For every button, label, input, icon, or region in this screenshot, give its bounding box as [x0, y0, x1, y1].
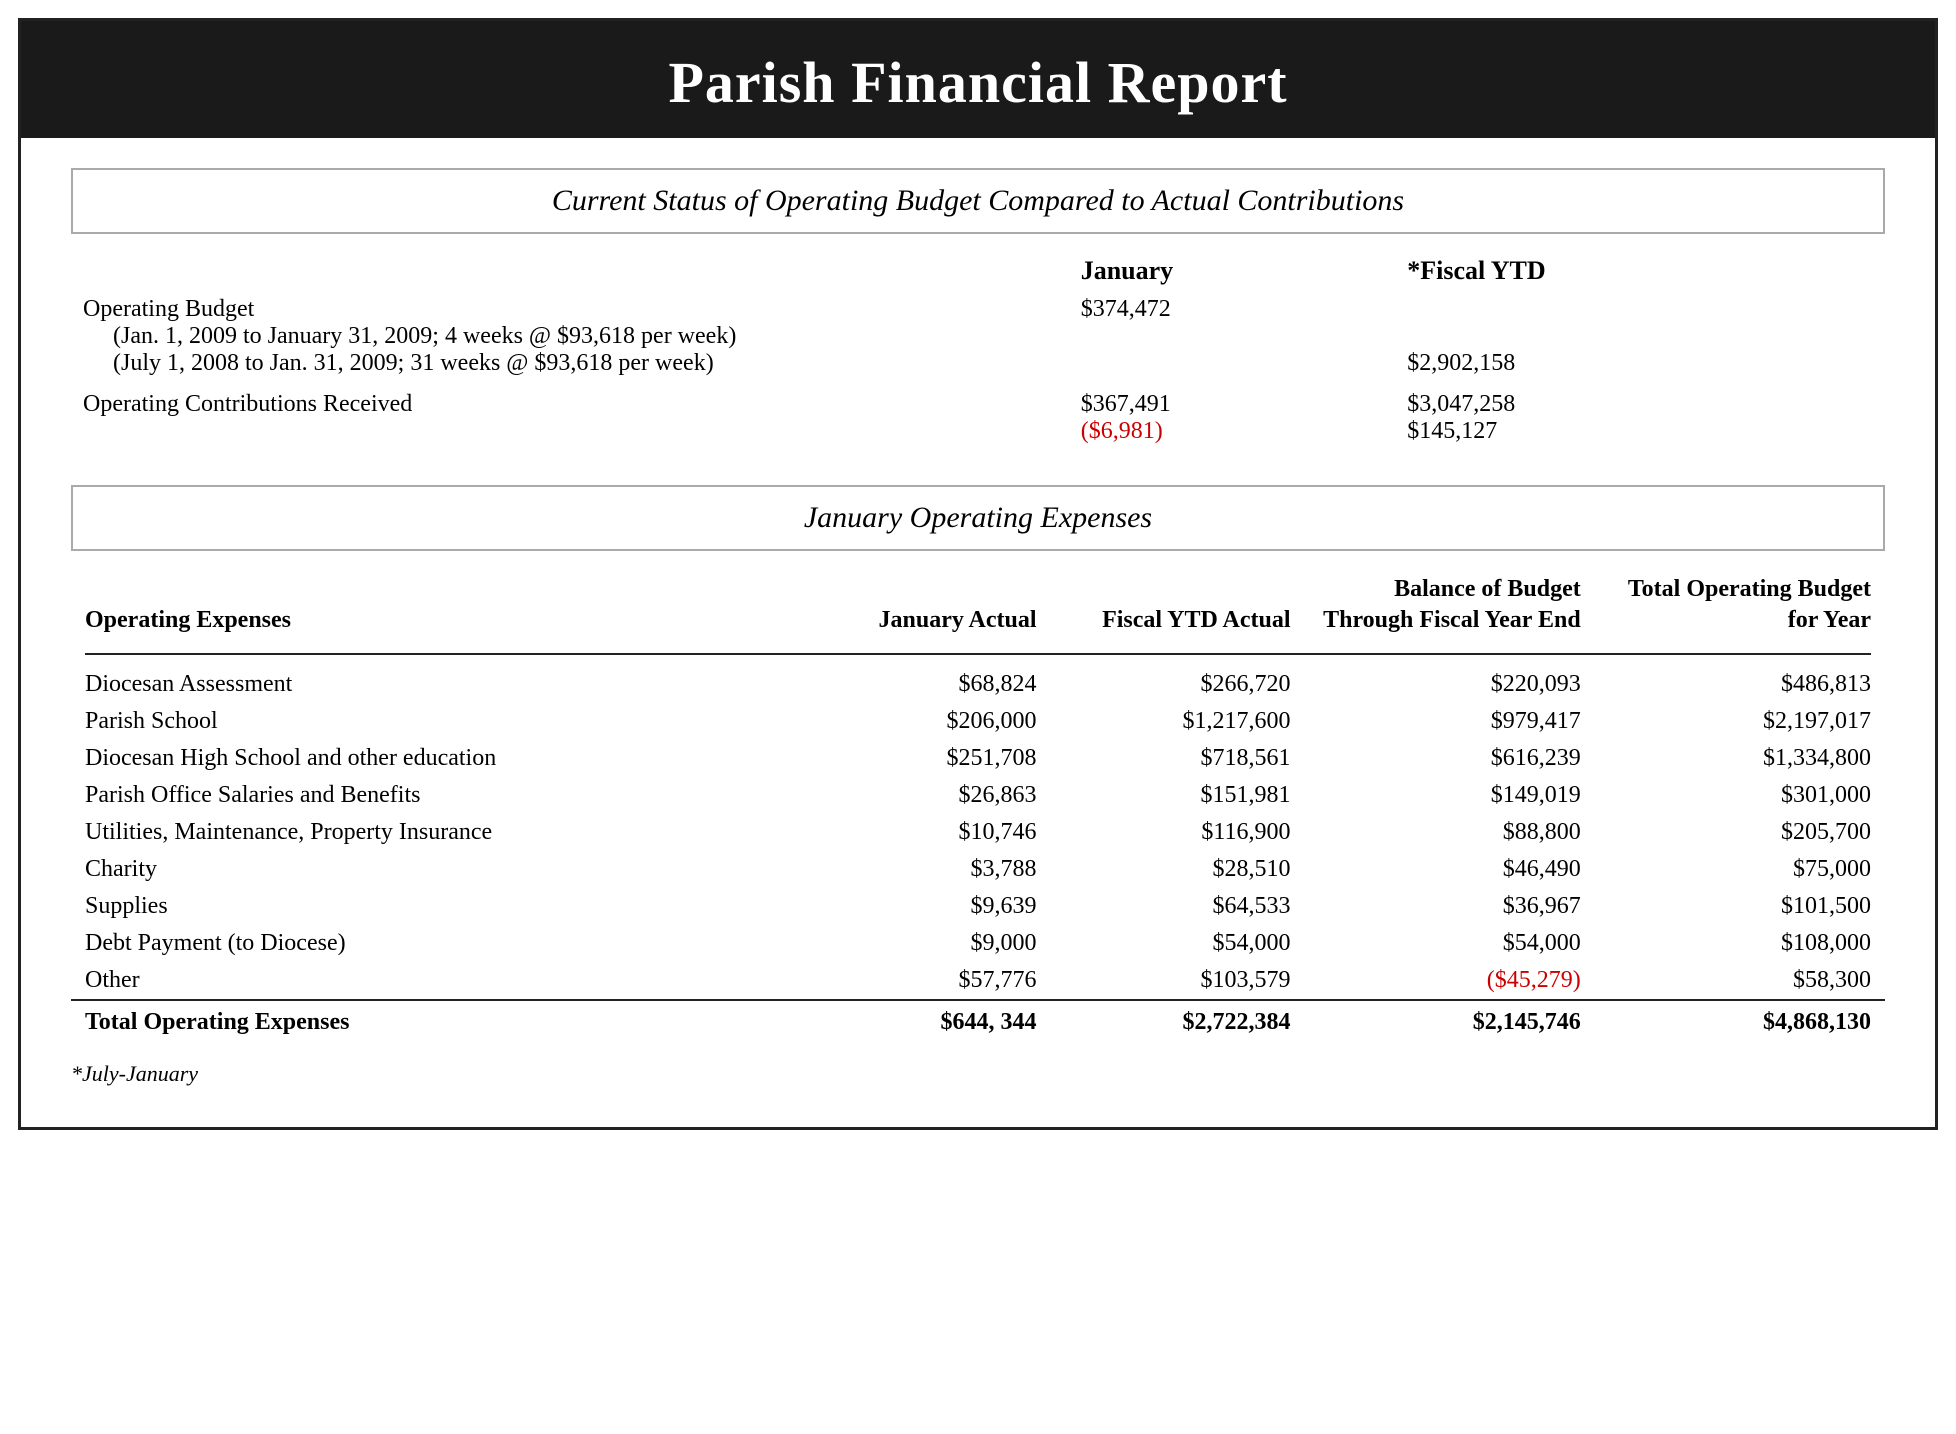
budget-column-headers: January *Fiscal YTD [71, 252, 1885, 292]
operating-budget-ytd: $2,902,158 [1395, 292, 1722, 381]
operating-budget-jan: $374,472 [1069, 292, 1396, 381]
budget-row-contributions: Operating Contributions Received $367,49… [71, 381, 1885, 449]
budget-row-operating: Operating Budget (Jan. 1, 2009 to Januar… [71, 292, 1885, 381]
expense-row-parish-school: Parish School $206,000 $1,217,600 $979,4… [71, 703, 1885, 740]
expenses-box: January Operating Expenses [71, 485, 1885, 551]
contributions-ytd-diff: $145,127 [1407, 418, 1710, 445]
expense-row-diocesan-high: Diocesan High School and other education… [71, 740, 1885, 777]
contributions-label: Operating Contributions Received [71, 381, 1069, 449]
expense-row-parish-office: Parish Office Salaries and Benefits $26,… [71, 777, 1885, 814]
operating-budget-sublabel2: (July 1, 2008 to Jan. 31, 2009; 31 weeks… [83, 350, 1057, 377]
report-container: Parish Financial Report Current Status o… [18, 18, 1938, 1130]
expense-row-diocesan-assessment: Diocesan Assessment $68,824 $266,720 $22… [71, 666, 1885, 703]
expense-label-header: Operating Expenses [71, 569, 815, 644]
operating-budget-title: Current Status of Operating Budget Compa… [552, 184, 1404, 217]
expense-row-charity: Charity $3,788 $28,510 $46,490 $75,000 [71, 851, 1885, 888]
total-budget-header: Total Operating Budget for Year [1595, 569, 1885, 644]
expenses-title: January Operating Expenses [804, 501, 1152, 534]
col-ytd-header: *Fiscal YTD [1395, 252, 1722, 292]
jan-actual-header: January Actual [815, 569, 1051, 644]
expense-row-other: Other $57,776 $103,579 ($45,279) $58,300 [71, 962, 1885, 1000]
expense-row-total: Total Operating Expenses $644, 344 $2,72… [71, 1000, 1885, 1041]
expense-row-debt: Debt Payment (to Diocese) $9,000 $54,000… [71, 925, 1885, 962]
balance-header: Balance of Budget Through Fiscal Year En… [1305, 569, 1595, 644]
col-january-header: January [1069, 252, 1396, 292]
operating-budget-label: Operating Budget [83, 296, 1057, 323]
expenses-column-headers: Operating Expenses January Actual Fiscal… [71, 569, 1885, 644]
contributions-jan-value: $367,491 [1081, 391, 1384, 418]
contributions-ytd-value: $3,047,258 [1407, 391, 1710, 418]
report-header: Parish Financial Report [21, 21, 1935, 138]
report-content: Current Status of Operating Budget Compa… [21, 138, 1935, 1127]
report-title: Parish Financial Report [41, 49, 1915, 116]
footnote: *July-January [71, 1061, 1885, 1087]
operating-budget-table: January *Fiscal YTD Operating Budget (Ja… [71, 252, 1885, 449]
operating-budget-box: Current Status of Operating Budget Compa… [71, 168, 1885, 234]
ytd-actual-header: Fiscal YTD Actual [1051, 569, 1305, 644]
contributions-jan-diff: ($6,981) [1081, 418, 1384, 445]
expense-row-utilities: Utilities, Maintenance, Property Insuran… [71, 814, 1885, 851]
expenses-table: Operating Expenses January Actual Fiscal… [71, 569, 1885, 1041]
expense-row-supplies: Supplies $9,639 $64,533 $36,967 $101,500 [71, 888, 1885, 925]
operating-budget-sublabel1: (Jan. 1, 2009 to January 31, 2009; 4 wee… [83, 323, 1057, 350]
